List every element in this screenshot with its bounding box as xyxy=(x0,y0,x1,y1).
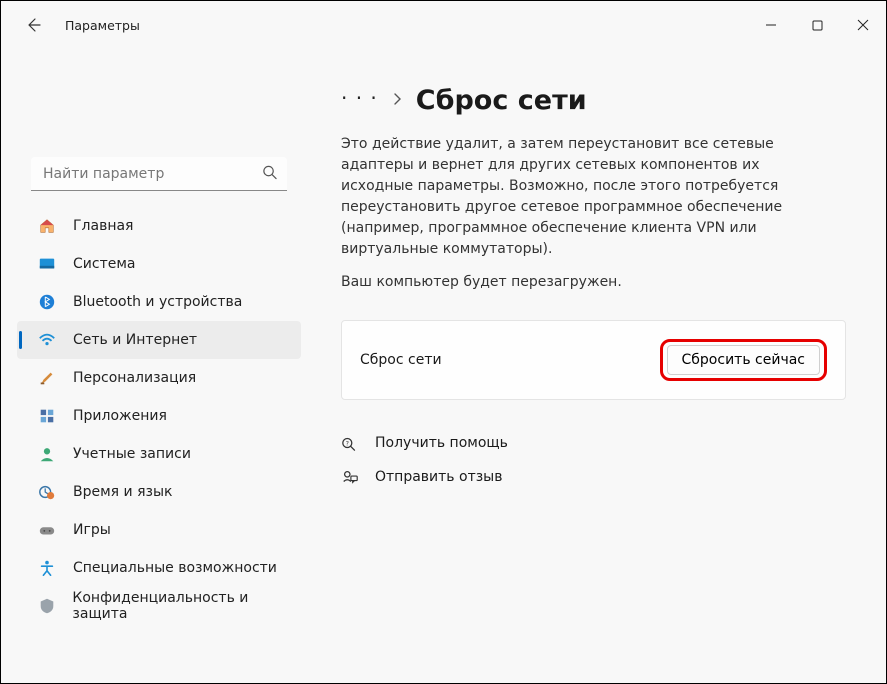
minimize-icon xyxy=(765,19,777,31)
feedback-icon xyxy=(341,468,359,486)
system-icon xyxy=(37,254,57,274)
sidebar-item-network[interactable]: Сеть и Интернет xyxy=(17,321,301,359)
page-title: Сброс сети xyxy=(416,85,587,116)
minimize-button[interactable] xyxy=(748,7,794,43)
sidebar: Главная Система Bluetooth и устройства xyxy=(1,157,313,683)
search-icon xyxy=(262,165,277,184)
description-text: Это действие удалит, а затем переустанов… xyxy=(341,134,831,260)
search-wrap xyxy=(31,157,287,191)
sidebar-item-label: Персонализация xyxy=(73,370,196,386)
feedback-link-label: Отправить отзыв xyxy=(375,469,502,485)
sidebar-item-label: Конфиденциальность и защита xyxy=(72,590,301,622)
sidebar-item-accessibility[interactable]: Специальные возможности xyxy=(17,549,301,587)
sidebar-item-gaming[interactable]: Игры xyxy=(17,511,301,549)
clock-globe-icon xyxy=(37,482,57,502)
arrow-left-icon xyxy=(25,17,41,33)
maximize-button[interactable] xyxy=(794,7,840,43)
maximize-icon xyxy=(812,20,823,31)
card-label: Сброс сети xyxy=(360,352,442,368)
sidebar-item-accounts[interactable]: Учетные записи xyxy=(17,435,301,473)
search-input[interactable] xyxy=(31,157,287,191)
highlight-frame: Сбросить сейчас xyxy=(660,339,827,381)
sidebar-item-label: Главная xyxy=(73,218,133,234)
breadcrumb-more[interactable]: · · · xyxy=(341,88,378,114)
sidebar-item-time-language[interactable]: Время и язык xyxy=(17,473,301,511)
feedback-link[interactable]: Отправить отзыв xyxy=(341,468,846,486)
sidebar-item-privacy[interactable]: Конфиденциальность и защита xyxy=(17,587,301,625)
apps-icon xyxy=(37,406,57,426)
gamepad-icon xyxy=(37,520,57,540)
window-controls xyxy=(748,7,886,43)
reset-network-card: Сброс сети Сбросить сейчас xyxy=(341,320,846,400)
sidebar-item-label: Учетные записи xyxy=(73,446,191,462)
nav-list: Главная Система Bluetooth и устройства xyxy=(11,207,307,625)
help-link-label: Получить помощь xyxy=(375,435,508,451)
brush-icon xyxy=(37,368,57,388)
person-icon xyxy=(37,444,57,464)
svg-text:?: ? xyxy=(346,441,349,448)
help-links: ? Получить помощь Отправить отзыв xyxy=(341,434,846,486)
bluetooth-icon xyxy=(37,292,57,312)
sidebar-item-label: Bluetooth и устройства xyxy=(73,294,242,310)
title-bar: Параметры xyxy=(1,1,886,49)
sidebar-item-apps[interactable]: Приложения xyxy=(17,397,301,435)
shield-icon xyxy=(37,596,56,616)
sidebar-item-system[interactable]: Система xyxy=(17,245,301,283)
sidebar-item-label: Сеть и Интернет xyxy=(73,332,197,348)
wifi-icon xyxy=(37,330,57,350)
sidebar-item-home[interactable]: Главная xyxy=(17,207,301,245)
sidebar-item-label: Система xyxy=(73,256,135,272)
restart-note: Ваш компьютер будет перезагружен. xyxy=(341,274,846,290)
accessibility-icon xyxy=(37,558,57,578)
sidebar-item-label: Игры xyxy=(73,522,111,538)
sidebar-item-label: Время и язык xyxy=(73,484,172,500)
chevron-right-icon xyxy=(392,91,402,110)
sidebar-item-bluetooth[interactable]: Bluetooth и устройства xyxy=(17,283,301,321)
reset-now-button[interactable]: Сбросить сейчас xyxy=(667,345,820,375)
breadcrumb: · · · Сброс сети xyxy=(341,85,846,116)
close-icon xyxy=(857,19,869,31)
sidebar-item-label: Специальные возможности xyxy=(73,560,277,576)
main-content: · · · Сброс сети Это действие удалит, а … xyxy=(313,49,886,683)
home-icon xyxy=(37,216,57,236)
close-button[interactable] xyxy=(840,7,886,43)
back-button[interactable] xyxy=(17,9,49,41)
window-title: Параметры xyxy=(65,18,140,33)
sidebar-item-label: Приложения xyxy=(73,408,167,424)
sidebar-item-personalization[interactable]: Персонализация xyxy=(17,359,301,397)
help-icon: ? xyxy=(341,434,359,452)
get-help-link[interactable]: ? Получить помощь xyxy=(341,434,846,452)
